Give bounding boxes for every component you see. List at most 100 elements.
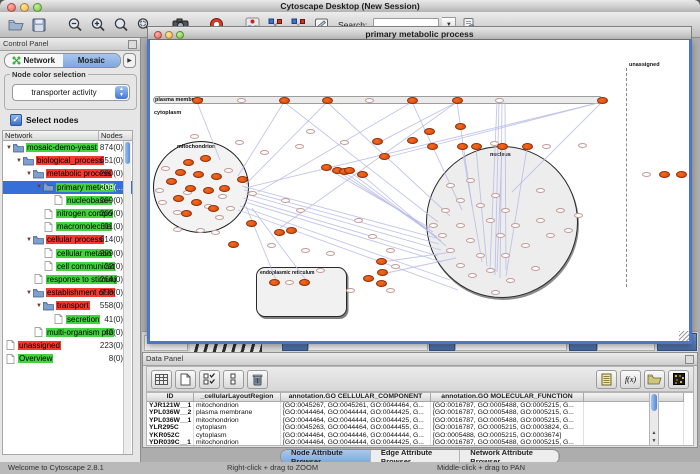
tree-expander-icon[interactable]: ▼ bbox=[35, 303, 43, 309]
table-cell[interactable]: [GO:0016787, GO:0005488, GO:0005215, G..… bbox=[431, 439, 584, 446]
network-node[interactable] bbox=[441, 208, 450, 213]
table-cell[interactable]: mitochondrion bbox=[194, 439, 281, 446]
scroll-down-arrow[interactable]: ▼ bbox=[650, 437, 658, 445]
network-node-selected[interactable] bbox=[363, 275, 374, 282]
tree-row-overview[interactable]: Overview8(0) bbox=[3, 352, 132, 365]
network-node-selected[interactable] bbox=[286, 227, 297, 234]
network-node[interactable] bbox=[429, 223, 438, 228]
network-node-selected[interactable] bbox=[497, 143, 508, 150]
tree-row-biological-process[interactable]: ▼biological_process651(0) bbox=[3, 154, 132, 167]
network-node-selected[interactable] bbox=[379, 153, 390, 160]
network-node[interactable] bbox=[456, 198, 465, 203]
table-row[interactable]: YLR295Ccytoplasm[GO:0045263, GO:0044464,… bbox=[147, 424, 693, 431]
network-node[interactable] bbox=[267, 243, 276, 248]
network-node[interactable] bbox=[438, 233, 447, 238]
attribute-notes-button[interactable] bbox=[596, 370, 617, 389]
network-node[interactable] bbox=[296, 208, 305, 213]
network-node[interactable] bbox=[235, 140, 244, 145]
table-cell[interactable]: YJR121W__1 bbox=[147, 402, 194, 409]
network-node-selected[interactable] bbox=[193, 171, 204, 178]
network-node[interactable] bbox=[316, 268, 325, 273]
table-cell[interactable] bbox=[584, 439, 684, 446]
network-node[interactable] bbox=[476, 253, 485, 258]
network-node[interactable] bbox=[248, 191, 257, 196]
network-node[interactable] bbox=[642, 172, 651, 177]
scrollbar-thumb[interactable] bbox=[651, 394, 657, 411]
network-node-selected[interactable] bbox=[376, 280, 387, 287]
network-node-selected[interactable] bbox=[192, 97, 203, 104]
network-node[interactable] bbox=[536, 188, 545, 193]
tab-overflow-button[interactable]: ▶ bbox=[123, 53, 136, 68]
network-node[interactable] bbox=[446, 248, 455, 253]
network-node-selected[interactable] bbox=[181, 210, 192, 217]
network-node[interactable] bbox=[564, 228, 573, 233]
tree-row-mosaic-demo-yeast[interactable]: ▼mosaic-demo-yeast874(0) bbox=[3, 141, 132, 154]
network-node[interactable] bbox=[190, 134, 199, 139]
tree-row-cellular-process[interactable]: ▼cellular process614(0) bbox=[3, 233, 132, 246]
network-node[interactable] bbox=[224, 168, 233, 173]
network-node-selected[interactable] bbox=[208, 205, 219, 212]
network-node[interactable] bbox=[501, 208, 510, 213]
network-node[interactable] bbox=[531, 266, 540, 271]
network-node-selected[interactable] bbox=[427, 143, 438, 150]
network-node[interactable] bbox=[495, 98, 504, 103]
network-node-selected[interactable] bbox=[344, 167, 355, 174]
network-node[interactable] bbox=[173, 227, 182, 232]
network-node[interactable] bbox=[456, 223, 465, 228]
table-cell[interactable] bbox=[584, 402, 684, 409]
network-node[interactable] bbox=[476, 203, 485, 208]
table-column-header[interactable]: annotation.GO MOLECULAR_FUNCTION bbox=[431, 393, 584, 402]
table-cell[interactable] bbox=[584, 432, 684, 439]
network-node[interactable] bbox=[511, 223, 520, 228]
network-node[interactable] bbox=[496, 233, 505, 238]
network-node-selected[interactable] bbox=[279, 97, 290, 104]
network-node-selected[interactable] bbox=[407, 97, 418, 104]
network-node-selected[interactable] bbox=[166, 178, 177, 185]
tree-row-macromolecule[interactable]: macromolecule311(0) bbox=[3, 220, 132, 233]
network-node[interactable] bbox=[340, 140, 349, 145]
matrix-view-button[interactable] bbox=[668, 370, 689, 389]
window-resize-grip[interactable] bbox=[679, 331, 689, 341]
table-row[interactable]: YKR052Ccytoplasm[GO:0044464, GO:0044446,… bbox=[147, 432, 693, 439]
network-node-selected[interactable] bbox=[357, 171, 368, 178]
function-builder-button[interactable]: f(x) bbox=[620, 370, 641, 389]
network-node[interactable] bbox=[578, 143, 587, 148]
tree-expander-icon[interactable]: ▼ bbox=[25, 237, 33, 243]
network-node[interactable] bbox=[211, 230, 220, 235]
network-node[interactable] bbox=[491, 290, 500, 295]
table-cell[interactable]: [GO:0016787, GO:0005488, GO:0005215, G..… bbox=[431, 417, 584, 424]
attribute-table-scrollbar[interactable]: ▲ ▼ bbox=[649, 392, 659, 446]
network-node-selected[interactable] bbox=[183, 159, 194, 166]
table-cell[interactable]: cytoplasm bbox=[194, 432, 281, 439]
tree-row-transport[interactable]: ▼transport558(0) bbox=[3, 299, 132, 312]
network-node-selected[interactable] bbox=[299, 279, 310, 286]
save-session-button[interactable] bbox=[29, 15, 49, 35]
network-node[interactable] bbox=[158, 200, 167, 205]
table-row[interactable]: YPL036W__1mitochondrion[GO:0044464, GO:0… bbox=[147, 417, 693, 424]
tree-row-cellular-metabo[interactable]: cellular metabo209(0) bbox=[3, 247, 132, 260]
tree-row-metabolic-process[interactable]: ▼metabolic process280(0) bbox=[3, 167, 132, 180]
network-node-selected[interactable] bbox=[377, 269, 388, 276]
network-node[interactable] bbox=[466, 178, 475, 183]
tree-row-nucleobase-[interactable]: nucleobase-209(0) bbox=[3, 194, 132, 207]
network-node-selected[interactable] bbox=[321, 164, 332, 171]
network-node[interactable] bbox=[491, 193, 500, 198]
network-node[interactable] bbox=[446, 183, 455, 188]
network-node[interactable] bbox=[161, 166, 170, 171]
unselect-attributes-button[interactable] bbox=[223, 370, 244, 389]
network-node[interactable] bbox=[486, 218, 495, 223]
open-session-button[interactable] bbox=[6, 15, 26, 35]
table-column-header[interactable]: _cellularLayoutRegion bbox=[194, 393, 281, 402]
network-node-selected[interactable] bbox=[185, 185, 196, 192]
network-node[interactable] bbox=[346, 288, 355, 293]
node-color-dropdown[interactable]: transporter activity ▲▼ bbox=[12, 84, 130, 101]
table-cell[interactable]: [GO:0045263, GO:0044464, GO:0044455, G..… bbox=[281, 424, 431, 431]
table-cell[interactable]: [GO:0005488, GO:0005215, GO:0003674] bbox=[431, 432, 584, 439]
network-node-selected[interactable] bbox=[597, 97, 608, 104]
table-cell[interactable]: [GO:0044464, GO:0044444, GO:0044425, G..… bbox=[281, 409, 431, 416]
network-node-selected[interactable] bbox=[659, 171, 670, 178]
table-cell[interactable] bbox=[584, 424, 684, 431]
select-attributes-button[interactable] bbox=[199, 370, 220, 389]
table-cell[interactable]: YKR052C bbox=[147, 432, 194, 439]
network-node-selected[interactable] bbox=[376, 258, 387, 265]
